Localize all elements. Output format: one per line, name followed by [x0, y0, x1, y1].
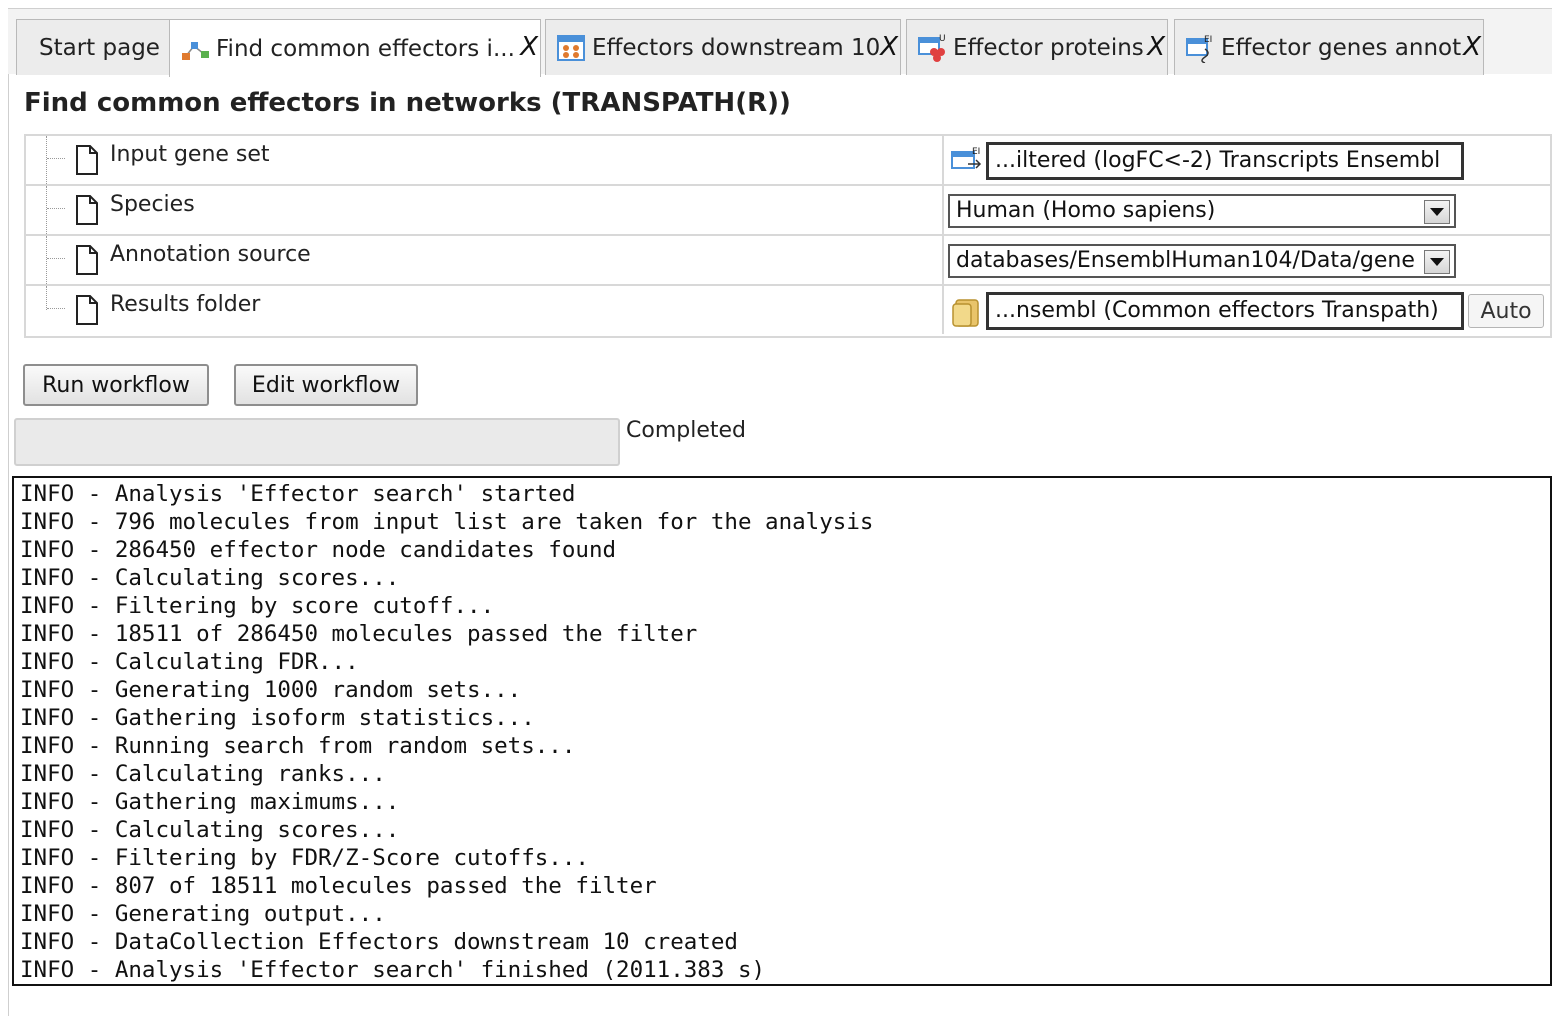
- close-icon[interactable]: X: [1147, 32, 1165, 62]
- log-line: INFO - Calculating FDR...: [20, 649, 359, 675]
- tree-connector: [46, 286, 66, 310]
- param-row-species: Species Human (Homo sapiens): [26, 186, 1550, 236]
- close-icon[interactable]: X: [880, 32, 898, 62]
- input-gene-set-field[interactable]: ...iltered (logFC<-2) Transcripts Ensemb…: [986, 142, 1464, 180]
- log-line: INFO - Filtering by FDR/Z-Score cutoffs.…: [20, 845, 589, 871]
- log-line: INFO - Gathering isoform statistics...: [20, 705, 535, 731]
- log-line: INFO - Running search from random sets..…: [20, 733, 576, 759]
- chevron-down-icon[interactable]: [1424, 200, 1450, 224]
- workflow-icon: [182, 41, 209, 60]
- annotation-source-select[interactable]: databases/EnsemblHuman104/Data/gene: [948, 244, 1456, 278]
- svg-text:U: U: [939, 34, 946, 44]
- param-row-annotation-source: Annotation source databases/EnsemblHuman…: [26, 236, 1550, 286]
- species-select-value: Human (Homo sapiens): [956, 198, 1216, 223]
- log-line: INFO - Analysis 'Effector search' starte…: [20, 481, 576, 507]
- tab-label: Effector proteins: [953, 34, 1144, 61]
- log-line: INFO - Calculating scores...: [20, 817, 400, 843]
- tab-label: Effector genes annot: [1221, 34, 1462, 61]
- run-workflow-button[interactable]: Run workflow: [23, 364, 209, 406]
- svg-text:EI: EI: [1204, 35, 1212, 45]
- log-output[interactable]: INFO - Analysis 'Effector search' starte…: [12, 476, 1552, 986]
- log-line: INFO - 18511 of 286450 molecules passed …: [20, 621, 698, 647]
- gene-table-icon: EI: [951, 147, 982, 169]
- annotation-source-value: databases/EnsemblHuman104/Data/gene: [956, 248, 1415, 273]
- tree-connector: [46, 236, 66, 284]
- document-icon: [76, 245, 98, 275]
- tab-label: Start page: [39, 34, 160, 61]
- log-line: INFO - Generating 1000 random sets...: [20, 677, 522, 703]
- param-label: Species: [110, 192, 195, 217]
- auto-button[interactable]: Auto: [1468, 294, 1544, 328]
- svg-text:EI: EI: [972, 147, 980, 157]
- tab-effector-genes-annot[interactable]: EI Effector genes annot X: [1174, 19, 1484, 75]
- tab-label: Find common effectors i...: [216, 35, 515, 62]
- page-title: Find common effectors in networks (TRANS…: [24, 88, 791, 118]
- chevron-down-icon[interactable]: [1424, 250, 1450, 274]
- results-folder-field[interactable]: ...nsembl (Common effectors Transpath): [986, 292, 1464, 330]
- log-line: INFO - Calculating ranks...: [20, 761, 386, 787]
- log-line: INFO - Filtering by score cutoff...: [20, 593, 495, 619]
- log-line: INFO - 807 of 18511 molecules passed the…: [20, 873, 657, 899]
- tab-bar: Start page Find common effectors i... X …: [8, 8, 1552, 77]
- tab-effector-proteins[interactable]: U Effector proteins X: [906, 19, 1168, 75]
- close-icon[interactable]: X: [1463, 32, 1481, 62]
- param-label: Results folder: [110, 292, 261, 317]
- data-collection-icon: [557, 34, 585, 61]
- edit-workflow-button[interactable]: Edit workflow: [234, 364, 418, 406]
- folder-icon: [952, 299, 979, 327]
- param-row-results-folder: Results folder ...nsembl (Common effecto…: [26, 286, 1550, 336]
- log-line: INFO - Generating output...: [20, 901, 386, 927]
- log-line: INFO - Gathering maximums...: [20, 789, 400, 815]
- param-label: Input gene set: [110, 142, 270, 167]
- document-icon: [76, 195, 98, 225]
- log-line: INFO - DataCollection Effectors downstre…: [20, 929, 738, 955]
- parameters-table: Input gene set EI ...iltered (logFC<-2) …: [24, 134, 1552, 338]
- proteins-table-icon: U: [918, 34, 946, 62]
- document-icon: [76, 295, 98, 325]
- document-icon: [76, 145, 98, 175]
- log-line: INFO - Calculating scores...: [20, 565, 400, 591]
- tree-connector: [46, 186, 66, 234]
- genes-table-icon: EI: [1186, 35, 1212, 63]
- species-select[interactable]: Human (Homo sapiens): [948, 194, 1456, 228]
- log-line: INFO - Analysis 'Effector search' finish…: [20, 957, 766, 983]
- param-label: Annotation source: [110, 242, 311, 267]
- log-line: INFO - 796 molecules from input list are…: [20, 509, 874, 535]
- tab-effectors-downstream[interactable]: Effectors downstream 10 X: [545, 19, 901, 75]
- tab-find-common-effectors[interactable]: Find common effectors i... X: [169, 19, 541, 77]
- progress-status: Completed: [626, 418, 746, 443]
- tab-label: Effectors downstream 10: [592, 34, 881, 61]
- tab-start-page[interactable]: Start page: [16, 19, 170, 75]
- log-line: INFO - 286450 effector node candidates f…: [20, 537, 617, 563]
- close-icon[interactable]: X: [520, 32, 538, 62]
- progress-bar: [14, 418, 620, 466]
- tree-connector: [46, 136, 66, 184]
- param-row-input-gene-set: Input gene set EI ...iltered (logFC<-2) …: [26, 136, 1550, 186]
